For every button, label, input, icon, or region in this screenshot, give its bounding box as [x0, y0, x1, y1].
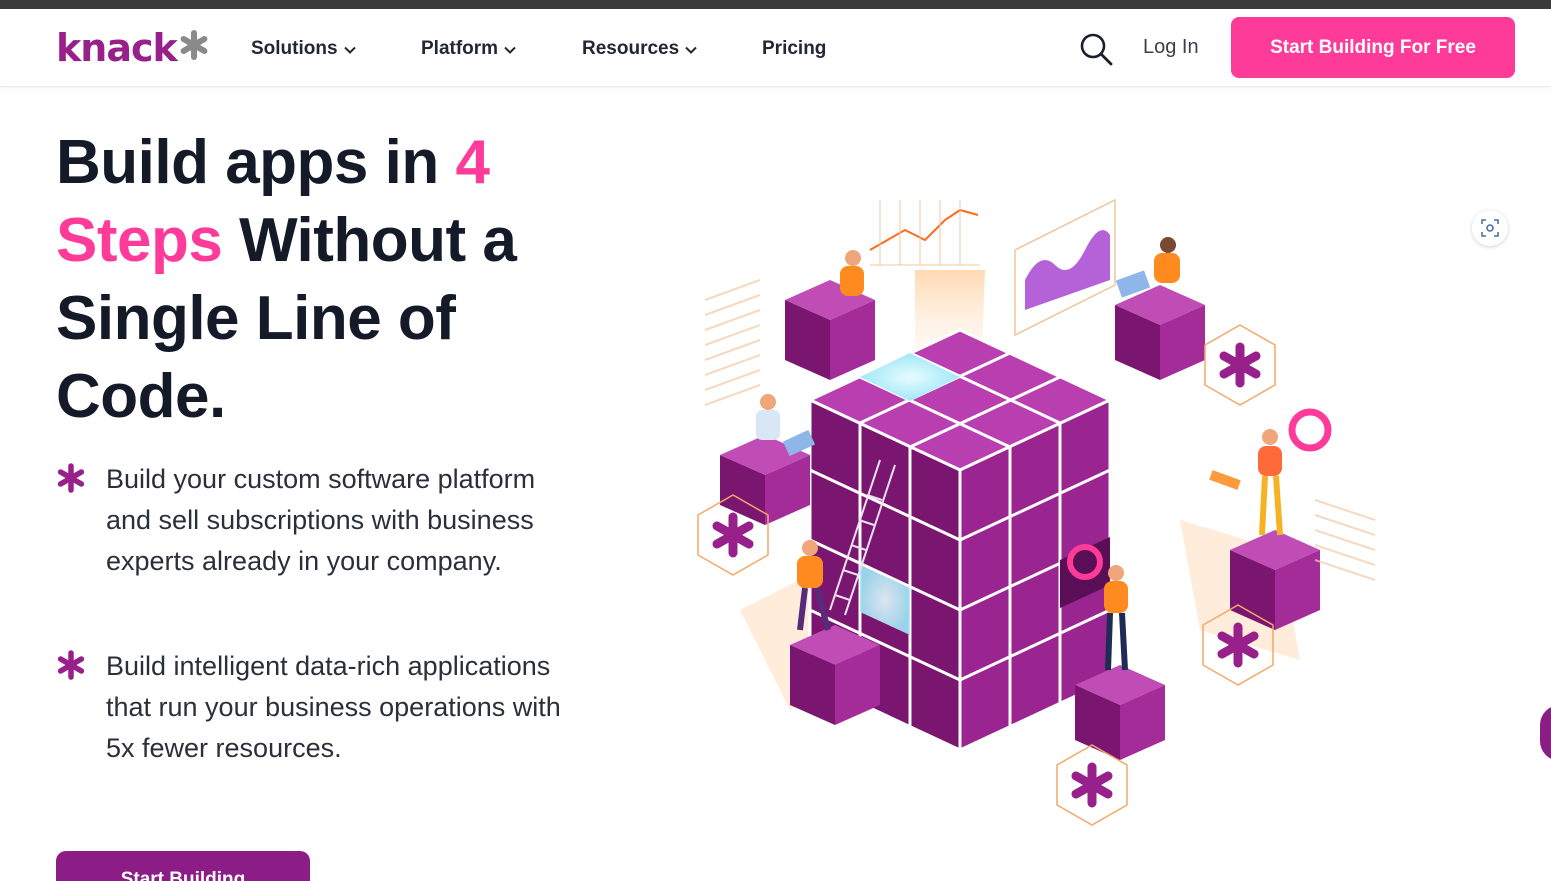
hero-title: Build apps in 4 Steps Without a Single Li…: [56, 124, 576, 436]
hero-bullet-2: Build intelligent data-rich applications…: [56, 646, 566, 769]
search-icon[interactable]: [1078, 31, 1114, 67]
start-building-free-button[interactable]: Start Building For Free: [1231, 17, 1515, 78]
chat-widget-button[interactable]: [1540, 705, 1551, 761]
asterisk-icon: [57, 463, 85, 493]
logo-wordmark: knack: [56, 26, 178, 70]
browser-top-strip: [0, 0, 1551, 9]
nav-pricing-label: Pricing: [762, 38, 827, 59]
hero-cube-illustration: [697, 198, 1376, 826]
nav-pricing[interactable]: Pricing: [762, 35, 826, 63]
nav-solutions-label: Solutions: [251, 38, 338, 59]
scan-icon[interactable]: [1472, 210, 1508, 246]
login-link[interactable]: Log In: [1143, 36, 1199, 59]
asterisk-icon: [57, 650, 85, 680]
hero-title-part1: Build apps in: [56, 128, 456, 197]
nav-platform-label: Platform: [421, 38, 499, 59]
logo-asterisk-icon: [180, 30, 208, 60]
nav-resources[interactable]: Resources: [582, 35, 697, 63]
chevron-down-icon: [504, 46, 516, 54]
knack-logo[interactable]: knack: [56, 25, 209, 71]
nav-resources-label: Resources: [582, 38, 680, 59]
hero-bullet-2-text: Build intelligent data-rich applications…: [106, 651, 561, 763]
hero-title-highlight-steps: Steps: [56, 206, 223, 275]
nav-platform[interactable]: Platform: [421, 35, 516, 63]
hero-bullet-1: Build your custom software platform and …: [56, 459, 566, 582]
chevron-down-icon: [685, 46, 697, 54]
chevron-down-icon: [343, 46, 356, 54]
start-building-button[interactable]: Start Building: [56, 851, 310, 881]
hero-bullet-1-text: Build your custom software platform and …: [106, 464, 536, 576]
hero-title-highlight-number: 4: [455, 128, 490, 197]
top-navbar: knack Solutions Platform Resources Prici…: [0, 9, 1551, 87]
nav-solutions[interactable]: Solutions: [251, 35, 356, 63]
